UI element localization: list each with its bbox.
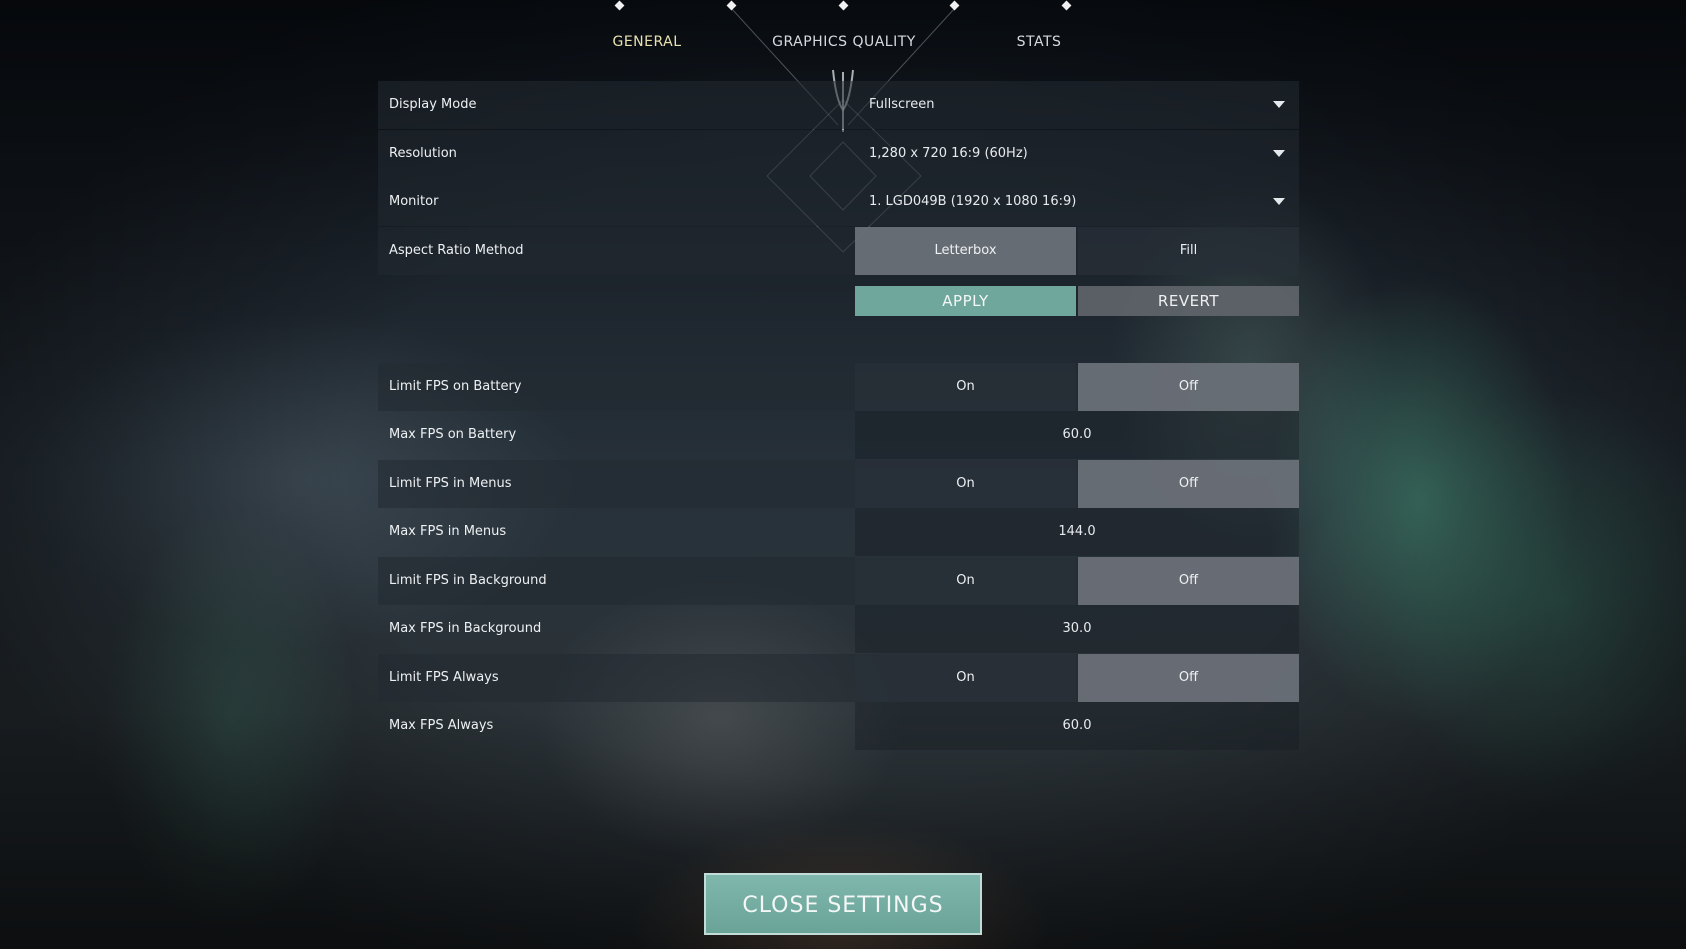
tab-stats[interactable]: STATS (1017, 34, 1062, 50)
numeric-value: 30.0 (1062, 621, 1092, 636)
setting-label: Max FPS in Background (389, 621, 542, 636)
display-mode-dropdown[interactable]: Fullscreen (855, 81, 1299, 129)
max-fps-battery-input[interactable]: 60.0 (855, 411, 1299, 459)
close-settings-button[interactable]: CLOSE SETTINGS (704, 873, 982, 935)
resolution-dropdown[interactable]: 1,280 x 720 16:9 (60Hz) (855, 130, 1299, 178)
option-off[interactable]: Off (1078, 460, 1299, 508)
setting-row-max-fps-background: Max FPS in Background 30.0 (378, 605, 1299, 653)
setting-label: Display Mode (389, 97, 477, 112)
setting-row-max-fps-always: Max FPS Always 60.0 (378, 702, 1299, 750)
setting-label: Max FPS Always (389, 718, 494, 733)
setting-row-monitor: Monitor 1. LGD049B (1920 x 1080 16:9) (378, 178, 1299, 226)
setting-row-aspect-ratio: Aspect Ratio Method Letterbox Fill (378, 227, 1299, 275)
aspect-ratio-selector: Letterbox Fill (855, 227, 1299, 275)
option-fill[interactable]: Fill (1078, 227, 1299, 275)
setting-label: Limit FPS on Battery (389, 379, 522, 394)
setting-label: Max FPS on Battery (389, 427, 517, 442)
monitor-dropdown[interactable]: 1. LGD049B (1920 x 1080 16:9) (855, 178, 1299, 226)
setting-label: Limit FPS in Background (389, 573, 547, 588)
setting-label: Max FPS in Menus (389, 524, 507, 539)
limit-fps-background-toggle: On Off (855, 557, 1299, 605)
setting-label: Limit FPS in Menus (389, 476, 512, 491)
dropdown-value: 1. LGD049B (1920 x 1080 16:9) (869, 194, 1077, 209)
option-on[interactable]: On (855, 363, 1076, 411)
option-off[interactable]: Off (1078, 557, 1299, 605)
tab-separator-dot (726, 0, 737, 11)
numeric-value: 60.0 (1062, 718, 1092, 733)
setting-label: Monitor (389, 194, 439, 209)
max-fps-always-input[interactable]: 60.0 (855, 702, 1299, 750)
option-on[interactable]: On (855, 460, 1076, 508)
setting-row-limit-fps-battery: Limit FPS on Battery On Off (378, 363, 1299, 411)
numeric-value: 144.0 (1058, 524, 1096, 539)
tab-general[interactable]: GENERAL (612, 34, 681, 50)
setting-label: Resolution (389, 146, 457, 161)
numeric-value: 60.0 (1062, 427, 1092, 442)
setting-row-resolution: Resolution 1,280 x 720 16:9 (60Hz) (378, 130, 1299, 178)
setting-label: Limit FPS Always (389, 670, 499, 685)
setting-label: Aspect Ratio Method (389, 243, 524, 258)
option-letterbox[interactable]: Letterbox (855, 227, 1076, 275)
tab-graphics-quality[interactable]: GRAPHICS QUALITY (772, 34, 916, 50)
chevron-down-icon (1273, 198, 1285, 205)
settings-tab-bar: GENERAL GRAPHICS QUALITY STATS (0, 0, 1686, 70)
max-fps-background-input[interactable]: 30.0 (855, 605, 1299, 653)
setting-row-max-fps-menus: Max FPS in Menus 144.0 (378, 508, 1299, 556)
limit-fps-menus-toggle: On Off (855, 460, 1299, 508)
limit-fps-battery-toggle: On Off (855, 363, 1299, 411)
tab-separator-dot (614, 0, 625, 11)
chevron-down-icon (1273, 150, 1285, 157)
revert-button[interactable]: REVERT (1078, 286, 1299, 316)
setting-row-display-mode: Display Mode Fullscreen (378, 81, 1299, 129)
option-on[interactable]: On (855, 557, 1076, 605)
chevron-down-icon (1273, 101, 1285, 108)
setting-row-limit-fps-background: Limit FPS in Background On Off (378, 557, 1299, 605)
apply-button[interactable]: APPLY (855, 286, 1076, 316)
tab-separator-dot (1061, 0, 1072, 11)
setting-row-limit-fps-always: Limit FPS Always On Off (378, 654, 1299, 702)
limit-fps-always-toggle: On Off (855, 654, 1299, 702)
max-fps-menus-input[interactable]: 144.0 (855, 508, 1299, 556)
option-off[interactable]: Off (1078, 363, 1299, 411)
option-off[interactable]: Off (1078, 654, 1299, 702)
setting-row-limit-fps-menus: Limit FPS in Menus On Off (378, 460, 1299, 508)
setting-row-max-fps-battery: Max FPS on Battery 60.0 (378, 411, 1299, 459)
option-on[interactable]: On (855, 654, 1076, 702)
dropdown-value: Fullscreen (869, 97, 935, 112)
tab-separator-dot (838, 0, 849, 11)
dropdown-value: 1,280 x 720 16:9 (60Hz) (869, 146, 1028, 161)
tab-separator-dot (949, 0, 960, 11)
